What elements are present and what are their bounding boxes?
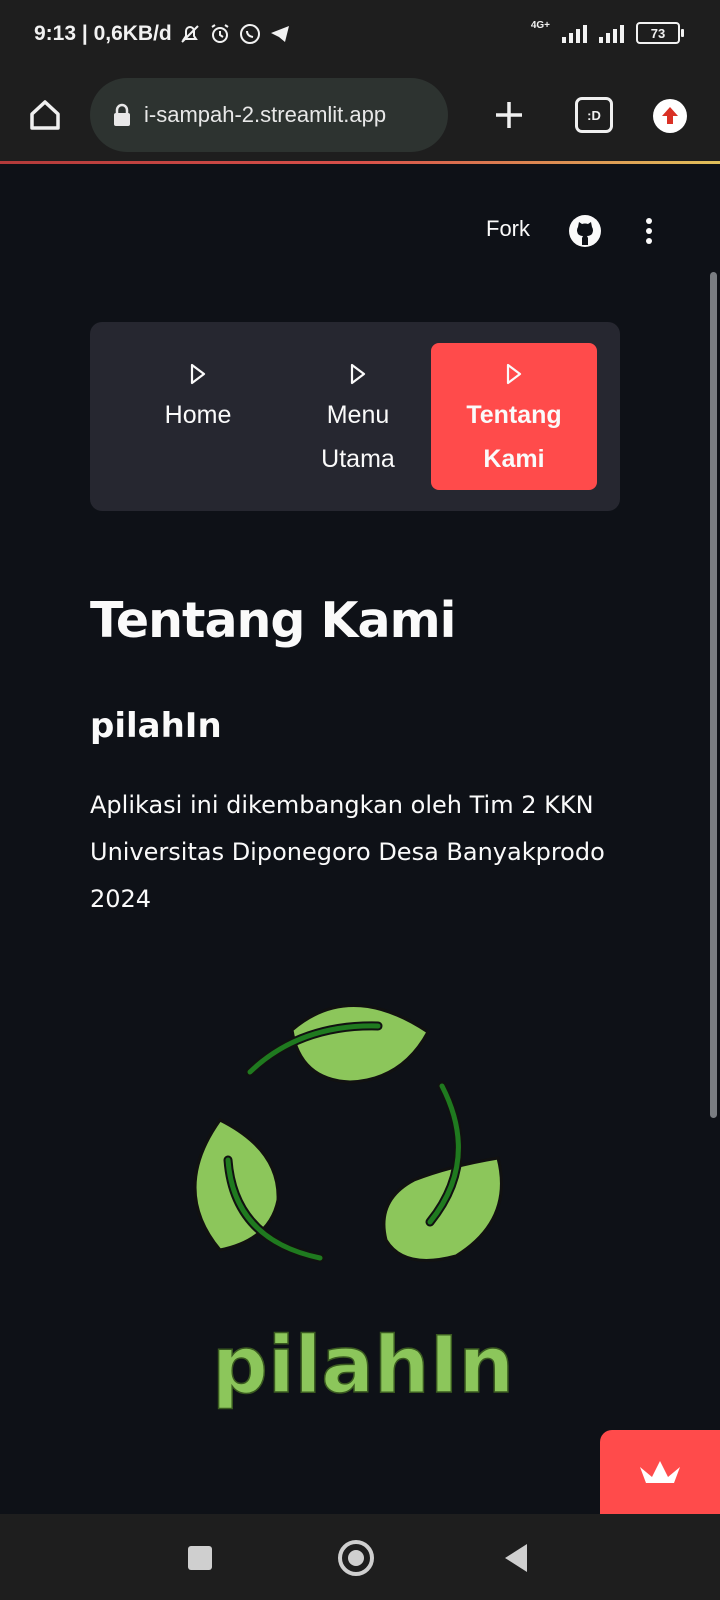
battery-indicator: 73 (636, 22, 684, 44)
more-vert-icon[interactable] (640, 214, 658, 248)
home-nav-button[interactable] (336, 1538, 376, 1578)
signal-icon (562, 23, 587, 43)
url-text: i-sampah-2.streamlit.app (144, 102, 387, 127)
back-button[interactable] (496, 1538, 536, 1578)
address-bar[interactable]: i-sampah-2.streamlit.app (90, 78, 448, 152)
browser-toolbar: i-sampah-2.streamlit.app :D (0, 70, 720, 164)
scrollbar[interactable] (710, 272, 717, 1118)
screen: 9:13 | 0,6KB/d 4G+ 73 i-sampah-2.streaml… (0, 0, 720, 1600)
recents-button[interactable] (180, 1538, 220, 1578)
alarm-icon (211, 24, 229, 43)
github-icon (569, 215, 601, 247)
fork-link[interactable]: Fork (486, 216, 530, 242)
whatsapp-icon (239, 24, 260, 44)
update-icon (653, 99, 687, 133)
play-outline-icon (350, 363, 366, 385)
telegram-icon (270, 26, 289, 42)
github-button[interactable] (568, 214, 602, 248)
plus-icon (496, 102, 522, 128)
logo-text: pilahIn (212, 1321, 510, 1411)
network-type: 4G+ (530, 19, 550, 31)
system-nav-bar (0, 1514, 720, 1600)
play-outline-icon (506, 363, 522, 385)
status-bar: 9:13 | 0,6KB/d 4G+ 73 (0, 0, 720, 70)
home-button[interactable] (22, 92, 68, 138)
page-load-accent (0, 161, 720, 164)
pilahin-logo: pilahIn (193, 1004, 510, 1412)
option-menu: Home Menu Utama Tentang Kami (90, 322, 620, 511)
lock-icon (112, 103, 132, 127)
streamlit-crown-icon (640, 1461, 680, 1483)
nav-item-label: Home (164, 401, 232, 429)
signal-icon-2 (599, 23, 624, 43)
home-icon (30, 100, 60, 130)
square-icon (188, 1546, 212, 1570)
circle-icon (338, 1540, 374, 1576)
page-title: Tentang Kami (90, 592, 456, 649)
description-text: Aplikasi ini dikembangkan oleh Tim 2 KKN… (90, 791, 605, 913)
tabs-icon: :D (575, 97, 613, 133)
back-triangle-icon (505, 1544, 527, 1572)
tab-switcher-button[interactable]: :D (574, 96, 614, 134)
status-left: 9:13 | 0,6KB/d (34, 22, 292, 46)
nav-item-label: Tentang Kami (466, 401, 562, 473)
update-button[interactable] (648, 94, 692, 138)
nav-item-label: Menu Utama (321, 401, 395, 473)
play-outline-icon (190, 363, 206, 385)
app-name-heading: pilahIn (90, 706, 222, 746)
status-right: 4G+ 73 (530, 19, 684, 44)
nav-item-home[interactable]: Home (115, 343, 281, 490)
new-tab-button[interactable] (486, 92, 532, 138)
bell-off-icon (181, 25, 199, 43)
streamlit-badge[interactable] (600, 1430, 720, 1514)
status-time: 9:13 | 0,6KB/d (34, 22, 172, 45)
nav-item-tentang-kami[interactable]: Tentang Kami (431, 343, 597, 490)
nav-item-menu-utama[interactable]: Menu Utama (275, 343, 441, 490)
